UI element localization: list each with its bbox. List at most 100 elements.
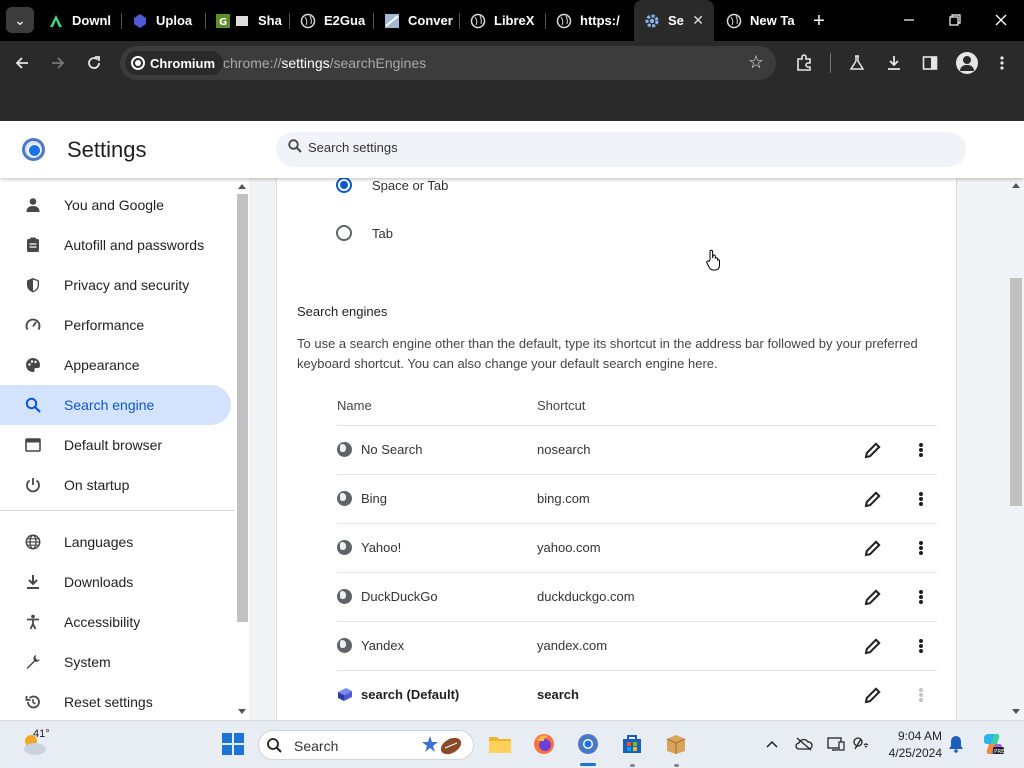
clock-time: 9:04 AM: [897, 729, 942, 743]
labs-flask-icon[interactable]: [844, 50, 870, 76]
sidebar-item-on-startup[interactable]: On startup: [0, 465, 231, 505]
speedometer-icon: [24, 316, 42, 334]
sidebar-scroll-thumb[interactable]: [237, 194, 248, 622]
tab-downloads[interactable]: Downl: [38, 4, 122, 37]
tab-upload[interactable]: Uploa: [122, 4, 206, 37]
bookmark-star-icon[interactable]: ☆: [748, 52, 764, 73]
downloads-icon[interactable]: [881, 50, 907, 76]
edit-pencil-icon[interactable]: [863, 636, 883, 656]
sidebar-item-reset[interactable]: Reset settings: [0, 682, 231, 720]
chromium-icon: [131, 56, 145, 70]
close-window-icon[interactable]: [987, 8, 1015, 32]
firefox-icon[interactable]: [531, 731, 557, 757]
more-actions-icon[interactable]: [915, 587, 927, 607]
chromium-taskbar-icon[interactable]: [575, 731, 601, 757]
package-box-icon[interactable]: [663, 731, 689, 757]
restore-icon[interactable]: [941, 8, 969, 32]
back-arrow-icon[interactable]: [9, 50, 35, 76]
windows-start-icon[interactable]: [220, 731, 246, 757]
edit-pencil-icon[interactable]: [863, 489, 883, 509]
notification-bell-icon[interactable]: [947, 735, 965, 753]
tab-e2guardian[interactable]: E2Gua: [290, 4, 374, 37]
sidebar-item-default-browser[interactable]: Default browser: [0, 425, 231, 465]
edit-pencil-icon[interactable]: [863, 587, 883, 607]
chevron-up-icon[interactable]: [763, 735, 781, 753]
side-panel-icon[interactable]: [917, 50, 943, 76]
tab-sharing[interactable]: G Sha: [206, 4, 290, 37]
sidebar-item-languages[interactable]: Languages: [0, 522, 231, 562]
minimize-icon[interactable]: [895, 8, 923, 32]
sidebar-item-appearance[interactable]: Appearance: [0, 345, 231, 385]
column-header-shortcut: Shortcut: [537, 398, 586, 413]
weather-temperature: 41°: [33, 728, 50, 740]
scroll-down-arrow-icon[interactable]: [1012, 709, 1020, 714]
tab-label: New Ta: [750, 13, 795, 28]
site-info-chip[interactable]: Chromium: [125, 51, 223, 75]
sidebar-item-performance[interactable]: Performance: [0, 305, 231, 345]
sidebar-item-label: Accessibility: [64, 614, 141, 630]
tab-settings[interactable]: Se ✕: [634, 0, 714, 41]
network-icon[interactable]: [853, 735, 871, 753]
address-bar[interactable]: Chromium chrome://settings/searchEngines…: [120, 46, 776, 80]
tab-search-button[interactable]: ⌄: [6, 7, 34, 33]
forward-arrow-icon[interactable]: [45, 50, 71, 76]
display-icon[interactable]: [827, 735, 845, 753]
copilot-icon[interactable]: PRE: [981, 732, 1005, 756]
main-scroll-thumb[interactable]: [1010, 278, 1022, 506]
more-actions-icon[interactable]: [915, 636, 927, 656]
tab-librex[interactable]: LibreX: [460, 4, 546, 37]
engine-shortcut: bing.com: [537, 491, 590, 506]
sidebar-item-privacy[interactable]: Privacy and security: [0, 265, 231, 305]
search-highlight-icon: [422, 736, 462, 755]
edit-pencil-icon[interactable]: [863, 538, 883, 558]
settings-sidebar: You and Google Autofill and passwords Pr…: [0, 178, 249, 720]
search-engine-row: Yandex yandex.com: [337, 621, 937, 670]
scroll-down-arrow-icon[interactable]: [238, 709, 246, 714]
more-actions-icon[interactable]: [915, 538, 927, 558]
section-title-search-engines: Search engines: [297, 304, 388, 319]
radio-label-space-or-tab: Space or Tab: [372, 178, 449, 193]
tab-label: Se: [668, 13, 684, 28]
file-explorer-icon[interactable]: [487, 731, 513, 757]
scroll-up-arrow-icon[interactable]: [238, 184, 246, 189]
more-actions-icon[interactable]: [915, 489, 927, 509]
sidebar-item-you-and-google[interactable]: You and Google: [0, 185, 231, 225]
sidebar-item-search-engine[interactable]: Search engine: [0, 385, 231, 425]
onedrive-off-icon[interactable]: [795, 735, 813, 753]
search-settings-box[interactable]: [276, 132, 966, 167]
column-header-name: Name: [337, 398, 372, 413]
microsoft-store-icon[interactable]: [619, 731, 645, 757]
edit-pencil-icon[interactable]: [863, 685, 883, 705]
more-actions-icon[interactable]: [915, 440, 927, 460]
browser-toolbar: Chromium chrome://settings/searchEngines…: [0, 41, 1024, 85]
sidebar-item-autofill[interactable]: Autofill and passwords: [0, 225, 231, 265]
taskbar-search-box[interactable]: Search: [258, 730, 474, 760]
main-scrollbar[interactable]: [1008, 178, 1024, 720]
sidebar-item-system[interactable]: System: [0, 642, 231, 682]
sidebar-scrollbar[interactable]: [235, 182, 249, 718]
search-settings-input[interactable]: [308, 140, 908, 155]
sidebar-item-label: Search engine: [64, 397, 155, 413]
radio-tab[interactable]: [336, 225, 352, 241]
taskbar-clock[interactable]: 9:04 AM 4/25/2024: [876, 728, 942, 762]
url-text[interactable]: chrome://settings/searchEngines: [223, 55, 426, 71]
tab-https[interactable]: https:/: [546, 4, 634, 37]
reset-icon: [24, 693, 42, 711]
tab-converter[interactable]: Conver: [374, 4, 460, 37]
new-tab-button[interactable]: +: [806, 8, 832, 34]
extensions-icon[interactable]: [791, 50, 817, 76]
scroll-up-arrow-icon[interactable]: [1012, 183, 1020, 188]
more-actions-icon: [915, 685, 927, 705]
tab-new-tab[interactable]: New Ta: [716, 4, 802, 37]
sidebar-item-downloads[interactable]: Downloads: [0, 562, 231, 602]
profile-avatar-icon[interactable]: [956, 52, 978, 74]
tab-strip: ⌄ Downl Uploa G Sha E2Gua Conver LibreX …: [0, 0, 1024, 41]
close-tab-icon[interactable]: ✕: [692, 12, 704, 29]
radio-space-or-tab[interactable]: [336, 178, 352, 193]
sidebar-item-accessibility[interactable]: Accessibility: [0, 602, 231, 642]
reload-icon[interactable]: [81, 50, 107, 76]
edit-pencil-icon[interactable]: [863, 440, 883, 460]
menu-kebab-icon[interactable]: [989, 50, 1015, 76]
tab-label: Downl: [72, 13, 111, 28]
accessibility-icon: [24, 613, 42, 631]
